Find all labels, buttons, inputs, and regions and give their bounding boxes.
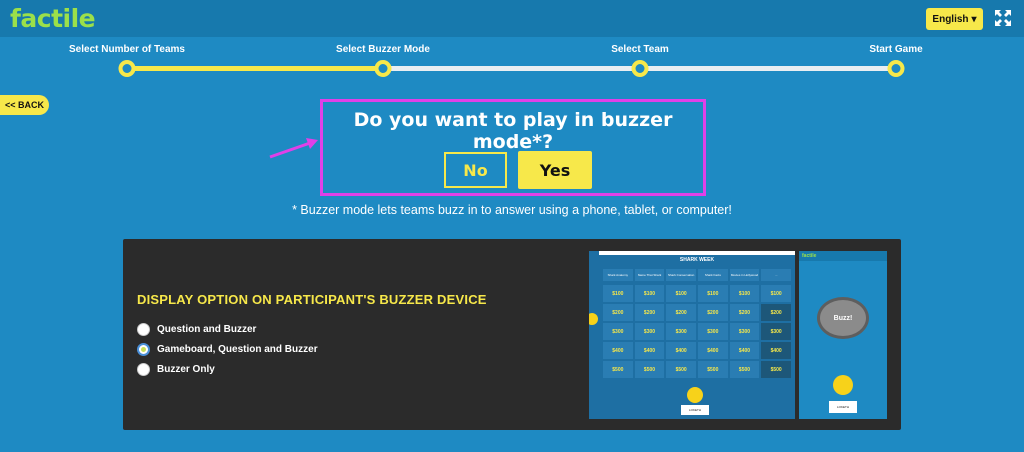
preview-value-cell: $100 — [603, 285, 633, 302]
preview-value-cell: $300 — [603, 323, 633, 340]
top-bar: factile English ▾ — [0, 0, 1024, 37]
radio-button[interactable] — [137, 323, 150, 336]
option-question-and-buzzer[interactable]: Question and Buzzer — [137, 323, 256, 336]
preview-value-cell: $300 — [761, 323, 791, 340]
step-dot-teams — [118, 60, 136, 77]
preview-board-footer: LOKETH — [599, 381, 795, 419]
mascot-icon — [687, 387, 703, 403]
preview-category: Shark Facts — [698, 269, 728, 281]
buzzer-footnote: * Buzzer mode lets teams buzz in to answ… — [292, 203, 732, 217]
preview-value-cell: $300 — [729, 323, 760, 340]
preview-value-cell: $400 — [634, 342, 665, 359]
preview-categories: Shark Anatomy Name That Shark Shark Conser… — [603, 269, 792, 281]
chevron-down-icon: ▾ — [971, 13, 977, 25]
preview-team-label: LOKETH — [681, 405, 709, 415]
mascot-icon — [833, 375, 853, 395]
language-select[interactable]: English ▾ — [926, 8, 983, 30]
preview-value-cell: $400 — [666, 342, 696, 359]
preview-sidebar — [589, 251, 599, 419]
preview-value-cell: $100 — [729, 285, 760, 302]
preview-value-cell: $100 — [634, 285, 665, 302]
language-label: English — [932, 13, 969, 25]
preview-board-title: SHARK WEEK — [679, 257, 715, 263]
preview-value-cell: $500 — [666, 361, 696, 378]
no-button[interactable]: No — [444, 152, 507, 188]
preview-value-cell: $200 — [697, 304, 728, 321]
preview-value-cell: $200 — [666, 304, 696, 321]
preview-value-cell: $300 — [666, 323, 696, 340]
preview-team-label: LOKETH — [829, 401, 857, 413]
step-dot-team — [631, 60, 649, 77]
step-dot-start — [887, 60, 905, 77]
preview-category: ... — [761, 269, 792, 281]
progress-track-complete — [127, 66, 383, 71]
option-buzzer-only[interactable]: Buzzer Only — [137, 363, 215, 376]
preview-value-cell: $500 — [697, 361, 728, 378]
radio-button[interactable] — [137, 363, 150, 376]
back-button[interactable]: << BACK — [0, 95, 49, 115]
preview-buzz-button: Buzz! — [817, 297, 869, 339]
preview-category: Shark Anatomy — [603, 269, 633, 281]
preview-value-cell: $500 — [634, 361, 665, 378]
preview-category: Movies in Hollywood — [729, 269, 760, 281]
step-label-team: Select Team — [611, 44, 669, 55]
mascot-icon — [589, 313, 598, 325]
buzzer-device-preview: SHARK WEEK Shark Anatomy Name That Shark S… — [589, 251, 887, 419]
buzzer-mode-question: Do you want to play in buzzer mode*? — [353, 109, 673, 153]
radio-button-selected[interactable] — [137, 343, 150, 356]
preview-gameboard: SHARK WEEK Shark Anatomy Name That Shark S… — [599, 255, 795, 381]
preview-value-cell: $100 — [666, 285, 696, 302]
arrow-annotation-icon — [269, 138, 318, 159]
preview-value-cell: $300 — [697, 323, 728, 340]
step-label-teams: Select Number of Teams — [69, 44, 185, 55]
preview-category: Shark Conservation — [666, 269, 697, 281]
preview-value-cell: $300 — [634, 323, 665, 340]
factile-logo[interactable]: factile — [10, 4, 96, 33]
preview-value-cell: $400 — [603, 342, 633, 359]
option-gameboard-question-buzzer[interactable]: Gameboard, Question and Buzzer — [137, 343, 318, 356]
preview-value-cell: $500 — [761, 361, 791, 378]
preview-value-cell: $500 — [603, 361, 633, 378]
preview-value-cell: $200 — [603, 304, 633, 321]
preview-value-cell: $500 — [729, 361, 760, 378]
preview-phone: factile Buzz! LOKETH — [795, 251, 887, 419]
preview-value-cell: $100 — [761, 285, 791, 302]
step-label-start: Start Game — [869, 44, 923, 55]
preview-category: Name That Shark — [634, 269, 665, 281]
preview-value-cell: $200 — [729, 304, 760, 321]
preview-value-cell: $400 — [697, 342, 728, 359]
fullscreen-icon[interactable] — [994, 9, 1012, 27]
preview-value-cell: $400 — [761, 342, 791, 359]
step-dot-buzzer-mode — [374, 60, 392, 77]
option-label: Buzzer Only — [157, 364, 215, 375]
preview-value-cell: $200 — [761, 304, 791, 321]
preview-value-cell: $400 — [729, 342, 760, 359]
step-label-buzzer-mode: Select Buzzer Mode — [336, 44, 430, 55]
display-options-heading: DISPLAY OPTION ON PARTICIPANT'S BUZZER D… — [137, 292, 487, 307]
preview-grid: $100 $100 $100 $100 $100 $100 $200 $200 $200 $200… — [603, 285, 791, 378]
display-options-panel: DISPLAY OPTION ON PARTICIPANT'S BUZZER D… — [123, 239, 901, 430]
option-label: Gameboard, Question and Buzzer — [157, 344, 318, 355]
yes-button[interactable]: Yes — [518, 151, 592, 189]
preview-value-cell: $200 — [634, 304, 665, 321]
option-label: Question and Buzzer — [157, 324, 257, 335]
preview-value-cell: $100 — [697, 285, 728, 302]
preview-phone-logo: factile — [799, 251, 887, 261]
